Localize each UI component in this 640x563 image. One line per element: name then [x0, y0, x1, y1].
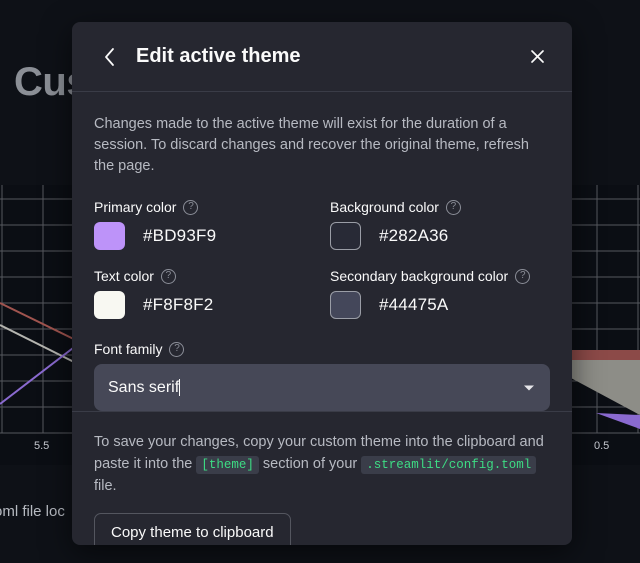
field-primary-color: Primary color ? #BD93F9 — [94, 199, 330, 251]
modal-header: Edit active theme — [72, 22, 572, 92]
help-icon[interactable]: ? — [515, 268, 531, 284]
close-icon[interactable] — [524, 44, 550, 70]
font-family-select[interactable]: Sans serif — [94, 364, 550, 412]
color-row: #44475A — [330, 291, 550, 320]
field-label-row: Background color ? — [330, 199, 550, 215]
text-cursor — [179, 379, 181, 397]
color-row: #282A36 — [330, 222, 550, 251]
color-swatch-primary[interactable] — [94, 222, 125, 251]
field-label: Primary color — [94, 199, 177, 216]
modal-footer: To save your changes, copy your custom t… — [72, 411, 572, 545]
edit-active-theme-modal: Edit active theme Changes made to the ac… — [72, 22, 572, 545]
chart-x-tick-right: 0.5 — [594, 440, 610, 452]
modal-body: Changes made to the active theme will ex… — [72, 92, 572, 412]
chart-x-tick-left: 5.5 — [34, 440, 50, 452]
chevron-down-icon[interactable] — [524, 385, 534, 391]
color-row: #BD93F9 — [94, 222, 330, 251]
field-label-row: Secondary background color ? — [330, 268, 550, 284]
color-hex-background: #282A36 — [379, 226, 449, 246]
color-swatch-secondary-background[interactable] — [330, 291, 361, 320]
modal-title: Edit active theme — [136, 45, 301, 67]
field-label: Background color — [330, 199, 439, 216]
code-config-path: .streamlit/config.toml — [361, 455, 537, 474]
field-label: Secondary background color — [330, 268, 509, 285]
help-icon[interactable]: ? — [183, 199, 199, 215]
font-family-value: Sans serif — [108, 378, 180, 396]
field-text-color: Text color ? #F8F8F2 — [94, 268, 330, 320]
color-hex-secondary-background: #44475A — [379, 295, 449, 315]
footer-text-2: section of your — [258, 455, 362, 472]
color-hex-primary: #BD93F9 — [143, 226, 217, 246]
color-hex-text: #F8F8F2 — [143, 295, 214, 315]
theme-color-fields: Primary color ? #BD93F9 Background color… — [94, 199, 550, 320]
field-label: Text color — [94, 268, 154, 285]
field-label-row: Text color ? — [94, 268, 330, 284]
copy-theme-to-clipboard-button[interactable]: Copy theme to clipboard — [94, 513, 291, 545]
field-label: Font family — [94, 341, 163, 358]
footer-text-3: file. — [94, 477, 117, 494]
field-background-color: Background color ? #282A36 — [330, 199, 550, 251]
page-footnote: oml file loc — [0, 503, 65, 520]
color-row: #F8F8F2 — [94, 291, 330, 320]
color-swatch-background[interactable] — [330, 222, 361, 251]
field-label-row: Font family ? — [94, 341, 550, 357]
footer-description: To save your changes, copy your custom t… — [94, 432, 546, 497]
code-theme-section: [theme] — [196, 455, 259, 474]
modal-description: Changes made to the active theme will ex… — [94, 116, 529, 175]
chevron-left-icon[interactable] — [96, 44, 122, 70]
help-icon[interactable]: ? — [169, 341, 185, 357]
help-icon[interactable]: ? — [160, 268, 176, 284]
field-font-family: Font family ? Sans serif — [94, 341, 550, 412]
help-icon[interactable]: ? — [445, 199, 461, 215]
field-label-row: Primary color ? — [94, 199, 330, 215]
color-swatch-text[interactable] — [94, 291, 125, 320]
field-secondary-background-color: Secondary background color ? #44475A — [330, 268, 550, 320]
